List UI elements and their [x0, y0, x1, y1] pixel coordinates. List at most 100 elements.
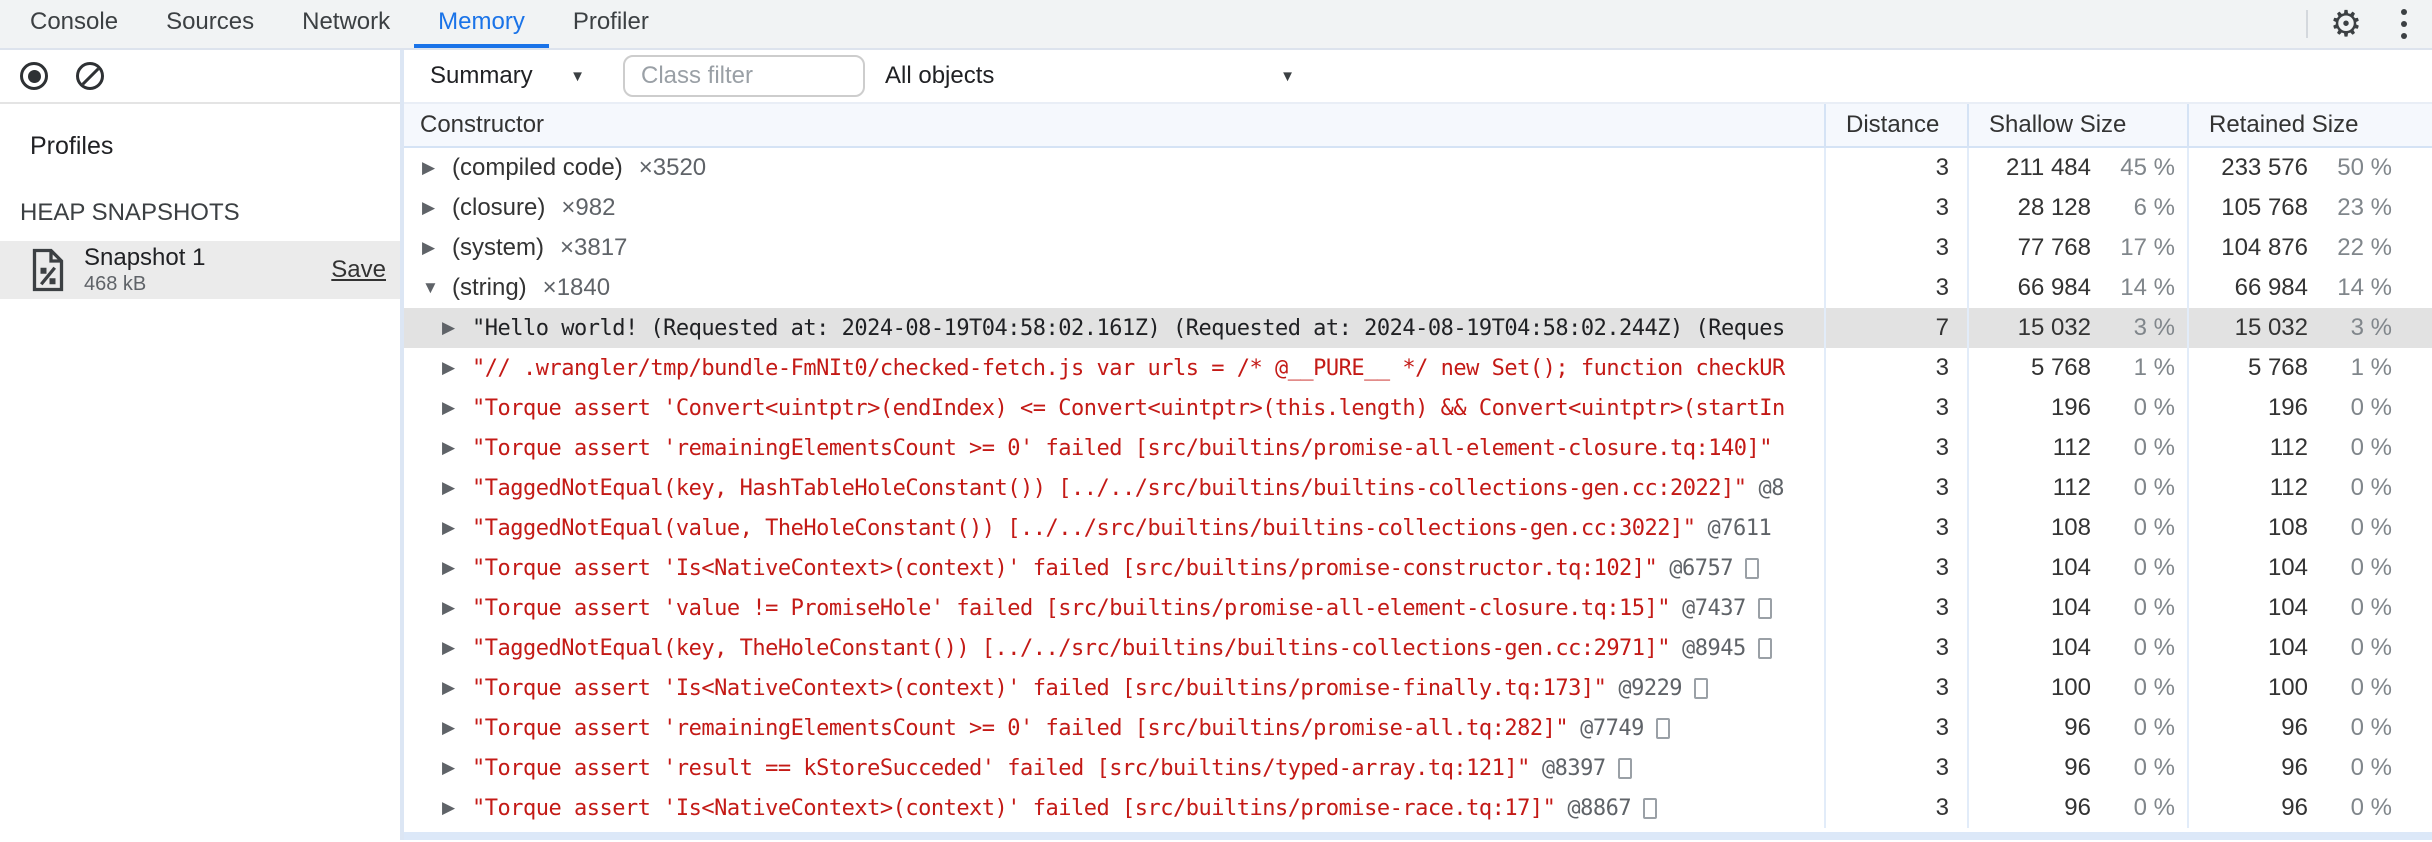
disclosure-triangle-icon[interactable]: ▶ — [442, 438, 472, 458]
snapshot-list-item[interactable]: Snapshot 1 468 kB Save — [0, 241, 400, 299]
disclosure-triangle-icon[interactable]: ▶ — [442, 318, 472, 338]
table-row[interactable]: ▶ "Torque assert 'value != PromiseHole' … — [404, 588, 2432, 628]
perspective-select[interactable]: Summary ▼ — [430, 62, 585, 90]
retained-size-percent: 0 % — [2350, 394, 2392, 421]
shallow-size-value: 96 — [2064, 714, 2091, 741]
disclosure-triangle-icon[interactable]: ▶ — [442, 598, 472, 618]
distance-cell: 3 — [1824, 708, 1967, 748]
distance-cell: 3 — [1824, 228, 1967, 268]
shallow-size-cell: 77 768 17 % — [1967, 228, 2187, 268]
table-row[interactable]: ▶ "Hello world! (Requested at: 2024-08-1… — [404, 308, 2432, 348]
save-snapshot-link[interactable]: Save — [331, 256, 386, 284]
settings-gear-icon[interactable]: ⚙ — [2316, 0, 2376, 48]
object-id: @7749 — [1580, 715, 1644, 741]
table-row[interactable]: ▶ "Torque assert 'result == kStoreSucced… — [404, 748, 2432, 788]
shallow-size-cell: 112 0 % — [1967, 428, 2187, 468]
clear-profiles-icon[interactable] — [76, 62, 104, 90]
devtools-content: Profiles HEAP SNAPSHOTS Snapshot 1 468 k… — [0, 50, 2432, 840]
table-row[interactable]: ▶ (closure) ×982 3 28 128 6 % 105 768 23… — [404, 188, 2432, 228]
retained-size-value: 96 — [2281, 714, 2308, 741]
table-row[interactable]: ▶ "Torque assert 'Is<NativeContext>(cont… — [404, 548, 2432, 588]
table-row[interactable]: ▶ (system) ×3817 3 77 768 17 % 104 876 2… — [404, 228, 2432, 268]
column-header-distance[interactable]: Distance — [1824, 104, 1967, 146]
constructor-cell: ▶ "Torque assert 'result == kStoreSucced… — [404, 748, 1824, 788]
table-row[interactable]: ▶ "Torque assert 'Is<NativeContext>(cont… — [404, 788, 2432, 828]
constructor-cell: ▶ "TaggedNotEqual(key, TheHoleConstant()… — [404, 628, 1824, 668]
retained-size-value: 233 576 — [2221, 154, 2308, 181]
disclosure-triangle-icon[interactable]: ▶ — [442, 518, 472, 538]
disclosure-triangle-icon[interactable]: ▶ — [422, 238, 452, 258]
table-row[interactable]: ▶ (compiled code) ×3520 3 211 484 45 % 2… — [404, 148, 2432, 188]
retained-size-cell: 105 768 23 % — [2187, 188, 2432, 228]
chevron-down-icon: ▼ — [1280, 67, 1295, 85]
retained-size-cell: 96 0 % — [2187, 708, 2432, 748]
table-row[interactable]: ▶ "Torque assert 'Is<NativeContext>(cont… — [404, 668, 2432, 708]
retained-size-value: 5 768 — [2247, 354, 2308, 381]
retained-size-percent: 0 % — [2350, 754, 2392, 781]
more-options-kebab-icon[interactable] — [2376, 0, 2432, 48]
table-row[interactable]: ▶ "Torque assert 'remainingElementsCount… — [404, 428, 2432, 468]
distance-cell: 3 — [1824, 508, 1967, 548]
shallow-size-percent: 0 % — [2133, 474, 2175, 501]
table-row[interactable]: ▶ "TaggedNotEqual(value, TheHoleConstant… — [404, 508, 2432, 548]
shallow-size-percent: 0 % — [2133, 754, 2175, 781]
shallow-size-value: 77 768 — [2017, 234, 2091, 261]
disclosure-triangle-icon[interactable]: ▶ — [442, 758, 472, 778]
disclosure-triangle-icon[interactable]: ▶ — [422, 198, 452, 218]
column-header-shallow-size[interactable]: Shallow Size — [1967, 104, 2187, 146]
tab-memory[interactable]: Memory — [414, 0, 549, 48]
disclosure-triangle-icon[interactable]: ▶ — [442, 398, 472, 418]
disclosure-triangle-icon[interactable]: ▶ — [442, 478, 472, 498]
disclosure-triangle-icon[interactable]: ▶ — [442, 358, 472, 378]
shallow-size-cell: 196 0 % — [1967, 388, 2187, 428]
distance-cell: 3 — [1824, 668, 1967, 708]
shallow-size-value: 104 — [2050, 634, 2091, 661]
disclosure-triangle-icon[interactable]: ▶ — [442, 798, 472, 818]
tab-sources[interactable]: Sources — [142, 0, 278, 48]
constructor-label: (closure) — [452, 194, 546, 221]
instance-count: ×3520 — [638, 154, 707, 181]
table-row[interactable]: ▶ "TaggedNotEqual(key, HashTableHoleCons… — [404, 468, 2432, 508]
table-row[interactable]: ▶ "TaggedNotEqual(key, TheHoleConstant()… — [404, 628, 2432, 668]
retained-size-percent: 23 % — [2337, 194, 2392, 221]
tab-console[interactable]: Console — [6, 0, 142, 48]
disclosure-triangle-icon[interactable]: ▶ — [422, 158, 452, 178]
constructor-cell: ▶ "Torque assert 'value != PromiseHole' … — [404, 588, 1824, 628]
constructor-label: "Torque assert 'Is<NativeContext>(contex… — [472, 675, 1607, 701]
disclosure-triangle-icon[interactable]: ▶ — [442, 638, 472, 658]
retained-size-cell: 104 876 22 % — [2187, 228, 2432, 268]
table-row[interactable]: ▼ (string) ×1840 3 66 984 14 % 66 984 14… — [404, 268, 2432, 308]
grid-bottom-strip — [404, 832, 2432, 840]
class-filter-input[interactable] — [623, 55, 865, 97]
disclosure-triangle-icon[interactable]: ▶ — [442, 558, 472, 578]
shallow-size-percent: 1 % — [2133, 354, 2175, 381]
object-id: @8 — [1758, 475, 1785, 501]
object-id: @7437 — [1682, 595, 1746, 621]
distance-cell: 3 — [1824, 348, 1967, 388]
constructor-cell: ▶ "TaggedNotEqual(value, TheHoleConstant… — [404, 508, 1824, 548]
shallow-size-percent: 6 % — [2133, 194, 2175, 221]
table-row[interactable]: ▶ "Torque assert 'remainingElementsCount… — [404, 708, 2432, 748]
table-row[interactable]: ▶ "// .wrangler/tmp/bundle-FmNIt0/checke… — [404, 348, 2432, 388]
constructor-label: "TaggedNotEqual(key, HashTableHoleConsta… — [472, 475, 1747, 501]
constructor-label: "Torque assert 'result == kStoreSucceded… — [472, 755, 1530, 781]
column-header-retained-size[interactable]: Retained Size — [2187, 104, 2432, 146]
disclosure-triangle-icon[interactable]: ▼ — [422, 278, 452, 298]
column-header-constructor[interactable]: Constructor — [404, 111, 1824, 139]
disclosure-triangle-icon[interactable]: ▶ — [442, 718, 472, 738]
constructor-label: "Torque assert 'Is<NativeContext>(contex… — [472, 795, 1556, 821]
disclosure-triangle-icon[interactable]: ▶ — [442, 678, 472, 698]
distance-cell: 3 — [1824, 748, 1967, 788]
objects-filter-select[interactable]: All objects ▼ — [885, 62, 1295, 90]
tab-network[interactable]: Network — [278, 0, 414, 48]
constructor-cell: ▼ (string) ×1840 — [404, 268, 1824, 308]
object-id: @8867 — [1567, 795, 1632, 821]
retained-size-percent: 0 % — [2350, 714, 2392, 741]
constructor-cell: ▶ "Torque assert 'remainingElementsCount… — [404, 428, 1824, 468]
record-heap-snapshot-icon[interactable] — [20, 62, 48, 90]
retained-size-value: 105 768 — [2221, 194, 2308, 221]
shallow-size-value: 112 — [2052, 474, 2091, 501]
table-row[interactable]: ▶ "Torque assert 'Convert<uintptr>(endIn… — [404, 388, 2432, 428]
retained-size-cell: 112 0 % — [2187, 428, 2432, 468]
tab-profiler[interactable]: Profiler — [549, 0, 673, 48]
